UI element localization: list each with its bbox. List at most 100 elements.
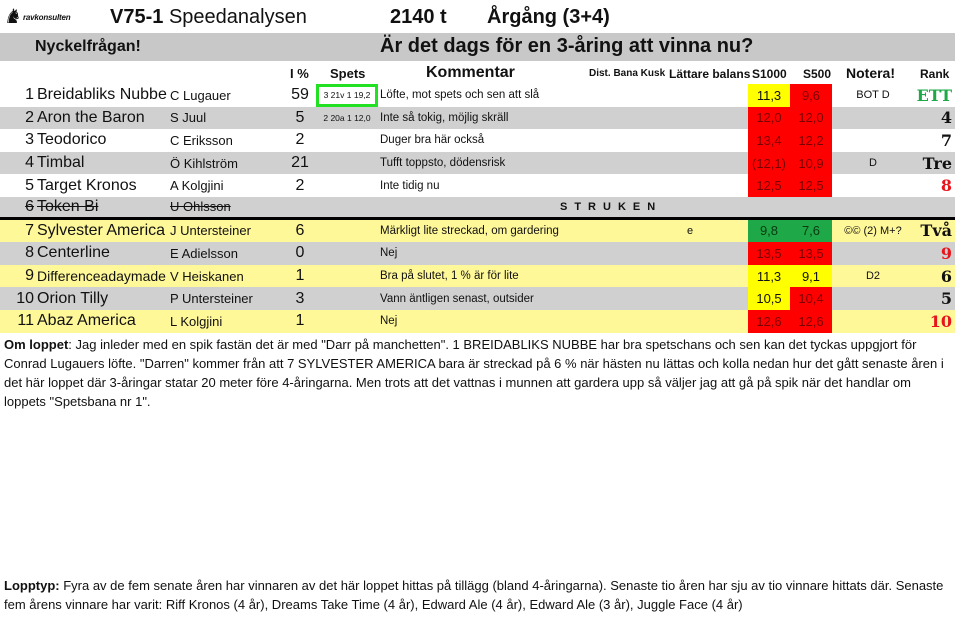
horse-number: 10	[16, 289, 34, 307]
table-row: 11 Abaz America L Kolgjini 1 Nej 12,6 12,6 10	[0, 309, 955, 333]
title-text: Speedanalysen	[168, 6, 307, 28]
s500-value: 10,9	[790, 151, 832, 175]
s1000-value: 12,6	[748, 309, 790, 333]
driver-name: V Heiskanen	[170, 268, 244, 284]
s1000-value: 13,5	[748, 242, 790, 265]
s500-value: 9,1	[790, 264, 832, 288]
bet-percent: 2	[295, 131, 305, 149]
driver-name: L Kolgjini	[170, 313, 223, 329]
bet-percent: 0	[295, 244, 305, 262]
balance-flag: e	[686, 224, 694, 237]
table-row: 6 Token Bi U Ohlsson STRUKEN	[0, 196, 955, 220]
s500-value: 12,6	[790, 309, 832, 333]
col-header-ipct: I %	[290, 66, 309, 81]
rank: ETT	[916, 85, 952, 105]
col-header-spets: Spets	[330, 66, 366, 81]
rank: 5	[940, 289, 952, 309]
horse-number: 9	[25, 267, 34, 285]
lopptyp-paragraph: Lopptyp: Fyra av de fem senate åren har …	[4, 576, 954, 614]
horse-name: Token Bi	[37, 197, 99, 215]
horse-number: 1	[25, 86, 34, 104]
comment: Nej	[380, 315, 398, 328]
spets-info: 2 20a 1 12,0	[323, 112, 371, 123]
comment: Bra på slutet, 1 % är för lite	[380, 270, 519, 283]
bet-percent: 3	[295, 289, 305, 307]
rank: 9	[940, 243, 952, 263]
horse-name: Orion Tilly	[37, 289, 109, 307]
s1000-value: (12,1)	[748, 151, 790, 175]
lopptyp-text: Fyra av de fem senate åren har vinnaren …	[4, 578, 944, 612]
rank: 7	[940, 130, 952, 150]
note: D	[869, 157, 877, 170]
comment: Nej	[380, 247, 398, 260]
rank: Tre	[922, 153, 952, 173]
rank: 4	[940, 108, 952, 128]
horse-number: 6	[25, 197, 34, 215]
s500-value: 13,5	[790, 242, 832, 265]
horse-name: Abaz America	[37, 312, 136, 330]
horse-number: 11	[17, 312, 34, 330]
table-row: 3 Teodorico C Eriksson 2 Duger bra här också…	[0, 129, 955, 152]
s1000-value: 11,3	[748, 84, 790, 107]
comment: Vann äntligen senast, outsider	[380, 292, 534, 305]
bet-percent: 1	[295, 312, 305, 330]
note: BOT D	[856, 89, 890, 102]
horse-number: 2	[25, 108, 34, 126]
horse-number: 4	[25, 154, 34, 172]
horse-number: 7	[25, 221, 34, 239]
table-row: 8 Centerline E Adielsson 0 Nej 13,5 13,5 9	[0, 242, 955, 265]
table-row: 5 Target Kronos A Kolgjini 2 Inte tidig nu 12…	[0, 174, 955, 197]
s1000-value: 9,8	[748, 219, 790, 243]
s1000-value: 12,5	[748, 174, 790, 197]
key-question-text: Är det dags för en 3-åring att vinna nu?	[380, 35, 754, 57]
spets-info: 3 21v 1 19,2	[316, 84, 378, 107]
driver-name: U Ohlsson	[170, 199, 231, 215]
note: ©© (2) M+?	[844, 224, 902, 237]
note: D2	[865, 270, 881, 283]
lopptyp-label: Lopptyp:	[4, 578, 60, 593]
rank: 8	[940, 176, 952, 196]
comment: Tufft toppsto, dödensrisk	[380, 157, 506, 170]
s500-value: 12,5	[790, 174, 832, 197]
horse-name: Differenceadaymade	[37, 268, 166, 285]
om-loppet-paragraph: Om loppet: Jag inleder med en spik fastä…	[4, 335, 954, 411]
key-question-band: Nyckelfrågan! Är det dags för en 3-åring…	[0, 33, 955, 61]
page-title: V75-1 Speedanalysen	[110, 6, 307, 29]
bet-percent: 21	[291, 154, 309, 172]
table-row: 4 Timbal Ö Kihlström 21 Tufft toppsto, döden…	[0, 151, 955, 175]
horse-number: 8	[25, 244, 34, 262]
s500-value: 7,6	[790, 219, 832, 243]
s500-value: 9,6	[790, 84, 832, 107]
title-row: V75-1 Speedanalysen 2140 t Årgång (3+4)	[0, 6, 960, 34]
col-header-notera: Notera!	[846, 65, 896, 81]
horse-name: Breidabliks Nubbe	[37, 86, 167, 104]
om-loppet-label: Om loppet	[4, 337, 69, 352]
bet-percent	[270, 197, 330, 217]
race-id: V75-1	[110, 6, 164, 28]
col-header-kommentar: Kommentar	[426, 64, 515, 81]
s1000-value: 13,4	[748, 129, 790, 152]
horse-name: Centerline	[37, 244, 110, 262]
key-question-label: Nyckelfrågan!	[35, 38, 141, 55]
comment: Duger bra här också	[380, 134, 485, 147]
table-row: 1 Breidabliks Nubbe C Lugauer 59 3 21v 1 19,…	[0, 84, 955, 107]
horse-number: 3	[25, 131, 34, 149]
table-row: 7 Sylvester America J Untersteiner 6 Märklig…	[0, 219, 955, 243]
rank: Två	[920, 221, 952, 241]
race-class: Årgång (3+4)	[487, 6, 610, 28]
driver-name: J Untersteiner	[170, 223, 251, 239]
comment: Inte så tokig, möjlig skräll	[380, 111, 509, 124]
bet-percent: 6	[295, 221, 305, 239]
rank: 6	[940, 266, 952, 286]
race-distance: 2140 t	[390, 6, 447, 28]
driver-name: P Untersteiner	[170, 291, 253, 307]
s500-value: 12,2	[790, 129, 832, 152]
driver-name: C Eriksson	[170, 132, 233, 148]
driver-name: A Kolgjini	[170, 178, 224, 194]
comment: Inte tidig nu	[380, 179, 440, 192]
driver-name: C Lugauer	[170, 87, 231, 103]
horse-name: Teodorico	[37, 131, 107, 149]
table-row: 2 Aron the Baron S Juul 5 2 20a 1 12,0 Inte s…	[0, 106, 955, 130]
s500-value: 12,0	[790, 106, 832, 130]
bet-percent: 1	[295, 267, 305, 285]
